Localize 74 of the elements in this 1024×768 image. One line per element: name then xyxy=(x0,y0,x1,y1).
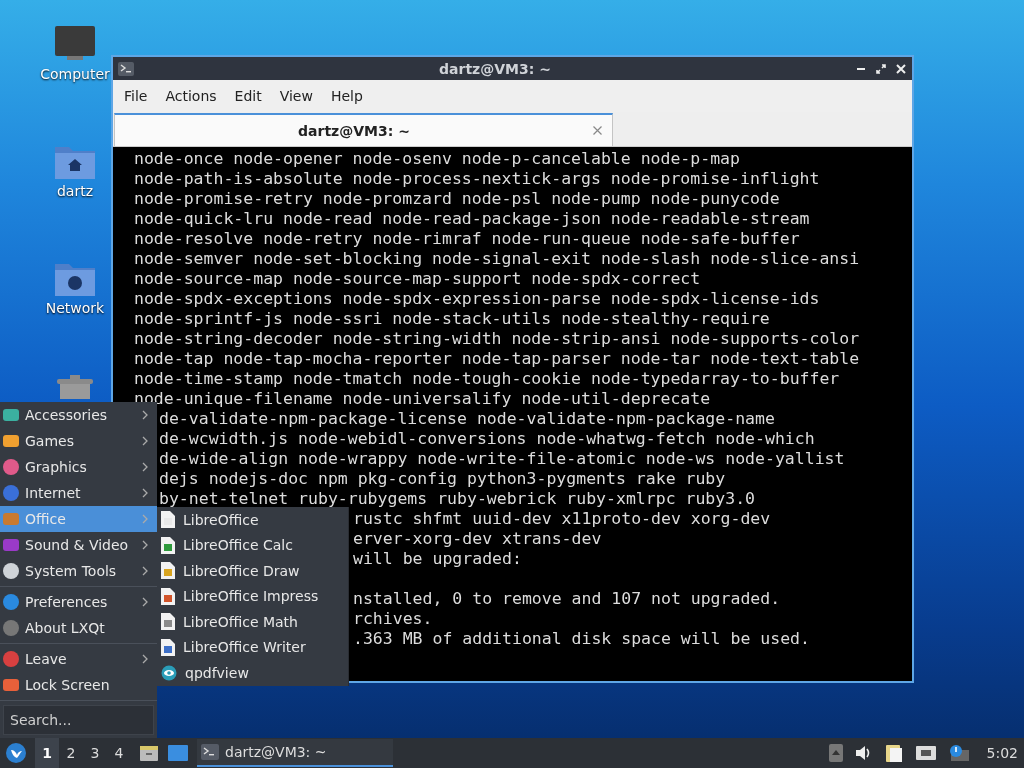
menu-item[interactable]: LibreOffice Impress xyxy=(157,583,348,609)
menu-item[interactable]: Lock Screen xyxy=(0,672,157,698)
menu-item[interactable]: Games xyxy=(0,428,157,454)
terminal-line: node-tap node-tap-mocha-reporter node-tap-parser node-tar node-text-table xyxy=(134,349,860,367)
terminal-line: by-net-telnet ruby-rubygems ruby-webrick ruby-xmlrpc ruby3.0 xyxy=(159,489,756,507)
terminal-line: node-source-map node-source-map-support node-spdx-correct xyxy=(134,269,701,287)
window-title: dartz@VM3: ~ xyxy=(438,60,552,77)
taskbar-task[interactable]: dartz@VM3: ~ xyxy=(197,739,393,767)
maximize-icon[interactable] xyxy=(876,63,886,74)
terminal-line: will be upgraded: xyxy=(353,549,522,567)
terminal-line: node-sprintf-js node-ssri node-stack-utils node-stealthy-require xyxy=(134,309,770,327)
menu-item[interactable]: LibreOffice Draw xyxy=(157,558,348,584)
eye-icon xyxy=(161,664,177,681)
close-icon[interactable] xyxy=(896,63,906,74)
terminal-icon xyxy=(201,744,219,760)
menu-item[interactable]: About LXQt xyxy=(0,615,157,641)
desktop-switcher[interactable]: 1 xyxy=(35,738,59,768)
menu-item[interactable]: Edit xyxy=(225,88,271,104)
desktop-switcher[interactable]: 2 xyxy=(59,738,83,768)
terminal-line: node-once node-opener node-osenv node-p-cancelable node-p-map xyxy=(134,149,740,167)
terminal-line: de-validate-npm-package-license node-validate-npm-package-name xyxy=(159,409,775,427)
terminal-icon xyxy=(118,61,134,76)
network-icon[interactable] xyxy=(914,744,937,762)
menu-item[interactable]: LibreOffice Calc xyxy=(157,532,348,558)
document-icon xyxy=(161,511,175,529)
terminal-line: dejs nodejs-doc npm pkg-config python3-pygments rake ruby xyxy=(159,469,726,487)
menu-item[interactable]: View xyxy=(270,88,322,104)
tray-expand-icon[interactable] xyxy=(828,744,843,762)
menu-item[interactable]: System Tools xyxy=(0,558,157,584)
terminal-line: rustc shfmt uuid-dev x11proto-dev xorg-dev xyxy=(353,509,771,527)
terminal-line: node-string-decoder node-string-width node-strip-ansi node-supports-color xyxy=(134,329,860,347)
terminal-tab[interactable]: dartz@VM3: ~ xyxy=(114,113,613,146)
start-menu-icon[interactable] xyxy=(5,742,27,764)
terminal-line: erver-xorg-dev xtrans-dev xyxy=(353,529,602,547)
menu-item[interactable]: Internet xyxy=(0,480,157,506)
menu-item[interactable]: Graphics xyxy=(0,454,157,480)
desktop-icon-label[interactable]: Network xyxy=(45,300,105,316)
document-icon xyxy=(161,562,175,580)
menu-item[interactable]: File xyxy=(115,88,157,104)
menu-item[interactable]: LibreOffice xyxy=(157,507,348,533)
menu-item[interactable]: Sound & Video xyxy=(0,532,157,558)
terminal-line: node-resolve node-retry node-rimraf node-run-queue node-safe-buffer xyxy=(134,229,800,247)
file-manager-icon[interactable] xyxy=(139,743,159,763)
terminal-line: node-promise-retry node-promzard node-psl node-pump node-punycode xyxy=(134,189,780,207)
terminal-line: rchives. xyxy=(353,609,433,627)
terminal-line: nstalled, 0 to remove and 107 not upgraded. xyxy=(353,589,781,607)
menu-item[interactable]: Actions xyxy=(156,88,226,104)
menu-item[interactable]: LibreOffice Math xyxy=(157,609,348,635)
close-tab-icon[interactable] xyxy=(593,126,602,135)
menu-item[interactable]: LibreOffice Writer xyxy=(157,634,348,660)
desktop-switcher[interactable]: 4 xyxy=(107,738,131,768)
terminal-line: node-semver node-set-blocking node-signal-exit node-slash node-slice-ansi xyxy=(134,249,860,267)
clock[interactable]: 5:02 xyxy=(986,745,1018,761)
desktop-icon-label[interactable]: dartz xyxy=(56,183,94,199)
notification-icon[interactable] xyxy=(948,744,969,762)
document-icon xyxy=(161,613,175,631)
terminal-line: node-quick-lru node-read node-read-package-json node-readable-stream xyxy=(134,209,810,227)
menu-item[interactable]: qpdfview xyxy=(157,660,348,686)
menu-item[interactable]: Help xyxy=(321,88,372,104)
search-field[interactable]: Search... xyxy=(3,705,154,735)
terminal-line: de-wcwidth.js node-webidl-conversions node-whatwg-fetch node-which xyxy=(159,429,815,447)
document-icon xyxy=(161,638,175,656)
clipboard-icon[interactable] xyxy=(884,743,903,763)
document-icon xyxy=(161,536,175,554)
menu-item[interactable]: Preferences xyxy=(0,589,157,615)
desktop-switcher[interactable]: 3 xyxy=(83,738,107,768)
document-icon xyxy=(161,587,175,605)
show-desktop-icon[interactable] xyxy=(167,744,189,762)
terminal-line: node-time-stamp node-tmatch node-tough-cookie node-typedarray-to-buffer xyxy=(134,369,840,387)
terminal-line: .363 MB of additional disk space will be used. xyxy=(353,629,810,647)
terminal-line: de-wide-align node-wrappy node-write-file-atomic node-ws node-yallist xyxy=(159,449,845,467)
terminal-line: node-path-is-absolute node-process-nextick-args node-promise-inflight xyxy=(134,169,820,187)
menu-item[interactable]: Leave xyxy=(0,646,157,672)
terminal-line: node-spdx-exceptions node-spdx-expression-parse node-spdx-license-ids xyxy=(134,289,820,307)
